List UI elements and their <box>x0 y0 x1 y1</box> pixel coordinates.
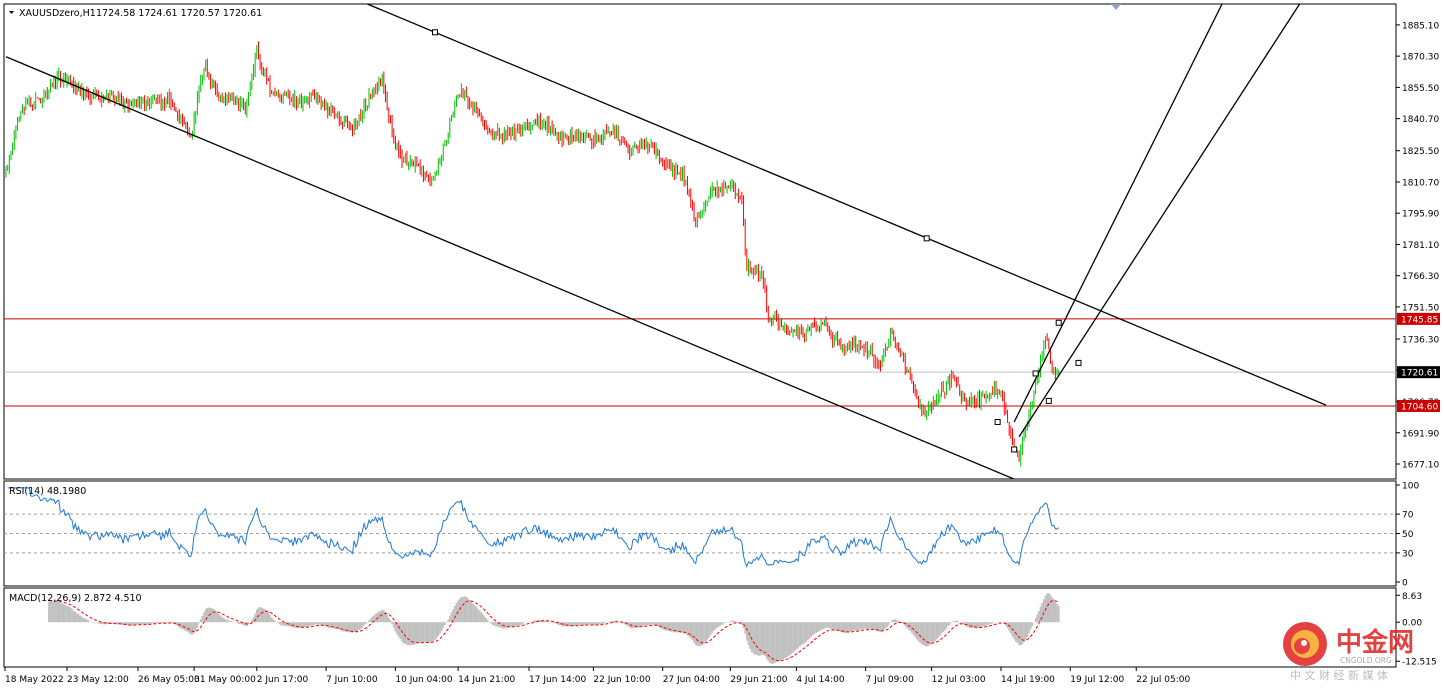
macd-tick-label: -12.515 <box>1402 658 1437 668</box>
time-tick-label: 7 Jul 09:00 <box>866 675 915 685</box>
time-tick-label: 4 Jul 14:00 <box>796 675 845 685</box>
cngold-watermark: 中金网 CNGOLD.ORG 中 文 财 经 新 媒 体 <box>1283 622 1414 682</box>
trendline-handle[interactable] <box>1045 397 1052 404</box>
price-tick-label: 1736.30 <box>1402 336 1439 346</box>
price-tick-label: 1855.50 <box>1402 84 1439 94</box>
price-tick-label: 1766.30 <box>1402 272 1439 282</box>
price-level-badge: 1745.85 <box>1401 315 1438 325</box>
trendline-handle[interactable] <box>1032 370 1039 377</box>
time-tick-label: 23 May 12:00 <box>67 675 129 685</box>
time-tick-label: 10 Jun 04:00 <box>395 675 452 685</box>
rsi-tick-label: 50 <box>1402 530 1414 540</box>
rsi-title: RSI(14) 48.1980 <box>9 486 86 497</box>
time-tick-label: 17 Jun 14:00 <box>529 675 586 685</box>
time-tick-label: 14 Jul 19:00 <box>1001 675 1055 685</box>
time-axis: 18 May 2022 23 May 12:00 26 May 05:0031 Ma… <box>4 667 1190 685</box>
time-tick-label: 2 Jun 17:00 <box>257 675 309 685</box>
price-tick-label: 1795.90 <box>1402 210 1439 220</box>
price-tick-label: 1840.70 <box>1402 115 1439 125</box>
mt4-terminal: 1885.10 1870.30 1855.50 1840.70 1825.50 1810.… <box>3 3 1440 685</box>
price-tick-label: 1691.90 <box>1402 429 1439 439</box>
brand-slogan: 中 文 财 经 新 媒 体 <box>1290 668 1388 682</box>
price-tick-label: 1751.50 <box>1402 303 1439 313</box>
price-panel[interactable]: 1885.10 1870.30 1855.50 1840.70 1825.50 1810.… <box>3 3 1440 485</box>
macd-title: MACD(12,26,9) 2.872 4.510 <box>9 593 142 604</box>
time-tick-label: 22 Jun 10:00 <box>593 675 650 685</box>
rsi-tick-label: 0 <box>1402 579 1408 589</box>
price-tick-label: 1825.50 <box>1402 147 1439 157</box>
time-tick-label: 29 Jun 21:00 <box>730 675 787 685</box>
brand-name: 中金网 <box>1336 627 1414 658</box>
trendline-handle[interactable] <box>432 29 438 36</box>
macd-tick-label: 8.63 <box>1402 592 1422 602</box>
trendline-handle[interactable] <box>1011 446 1018 453</box>
trendline-handle[interactable] <box>923 235 930 242</box>
macd-panel[interactable]: 8.630.00-12.515 MACD(12,26,9) 2.872 4.51… <box>3 587 1437 668</box>
chart-header: XAUUSDzero,H1 1724.58 1724.61 1720.57 17… <box>9 8 262 19</box>
time-tick-label: 27 Jun 04:00 <box>663 675 720 685</box>
price-tick-label: 1870.30 <box>1402 53 1439 63</box>
time-tick-label: 19 Jul 12:00 <box>1070 675 1124 685</box>
trendline-handle[interactable] <box>1055 319 1062 326</box>
price-tick-label: 1677.10 <box>1402 461 1439 471</box>
time-tick-label: 7 Jun 10:00 <box>326 675 378 685</box>
symbol-title: XAUUSDzero,H1 <box>19 8 96 19</box>
time-tick-label: 18 May 2022 <box>5 675 64 685</box>
rsi-tick-label: 30 <box>1402 549 1414 559</box>
time-tick-label: 14 Jun 21:00 <box>458 675 515 685</box>
rsi-panel[interactable]: 100 70 50 30 0 RSI(14) 48.1980 <box>3 480 1419 589</box>
ohlc-readout: 1724.58 1724.61 1720.57 1720.61 <box>96 8 262 19</box>
time-tick-label: 12 Jul 03:00 <box>932 675 986 685</box>
brand-domain: CNGOLD.ORG <box>1340 656 1392 665</box>
rsi-tick-label: 70 <box>1402 511 1414 521</box>
price-tick-label: 1885.10 <box>1402 21 1439 31</box>
price-level-badge: 1704.60 <box>1401 402 1438 412</box>
trendline-handle[interactable] <box>1075 359 1082 366</box>
rsi-axis: 100 70 50 30 0 <box>1396 482 1419 589</box>
time-tick-label: 26 May 05:00 <box>138 675 200 685</box>
trendline-handle[interactable] <box>994 419 1001 425</box>
time-tick-label: 31 May 00:00 <box>194 675 256 685</box>
price-tick-label: 1810.70 <box>1402 178 1439 188</box>
price-tick-label: 1781.10 <box>1402 241 1439 251</box>
rsi-tick-label: 100 <box>1402 482 1419 492</box>
price-level-badge: 1720.61 <box>1401 369 1438 379</box>
time-tick-label: 22 Jul 05:00 <box>1136 675 1190 685</box>
